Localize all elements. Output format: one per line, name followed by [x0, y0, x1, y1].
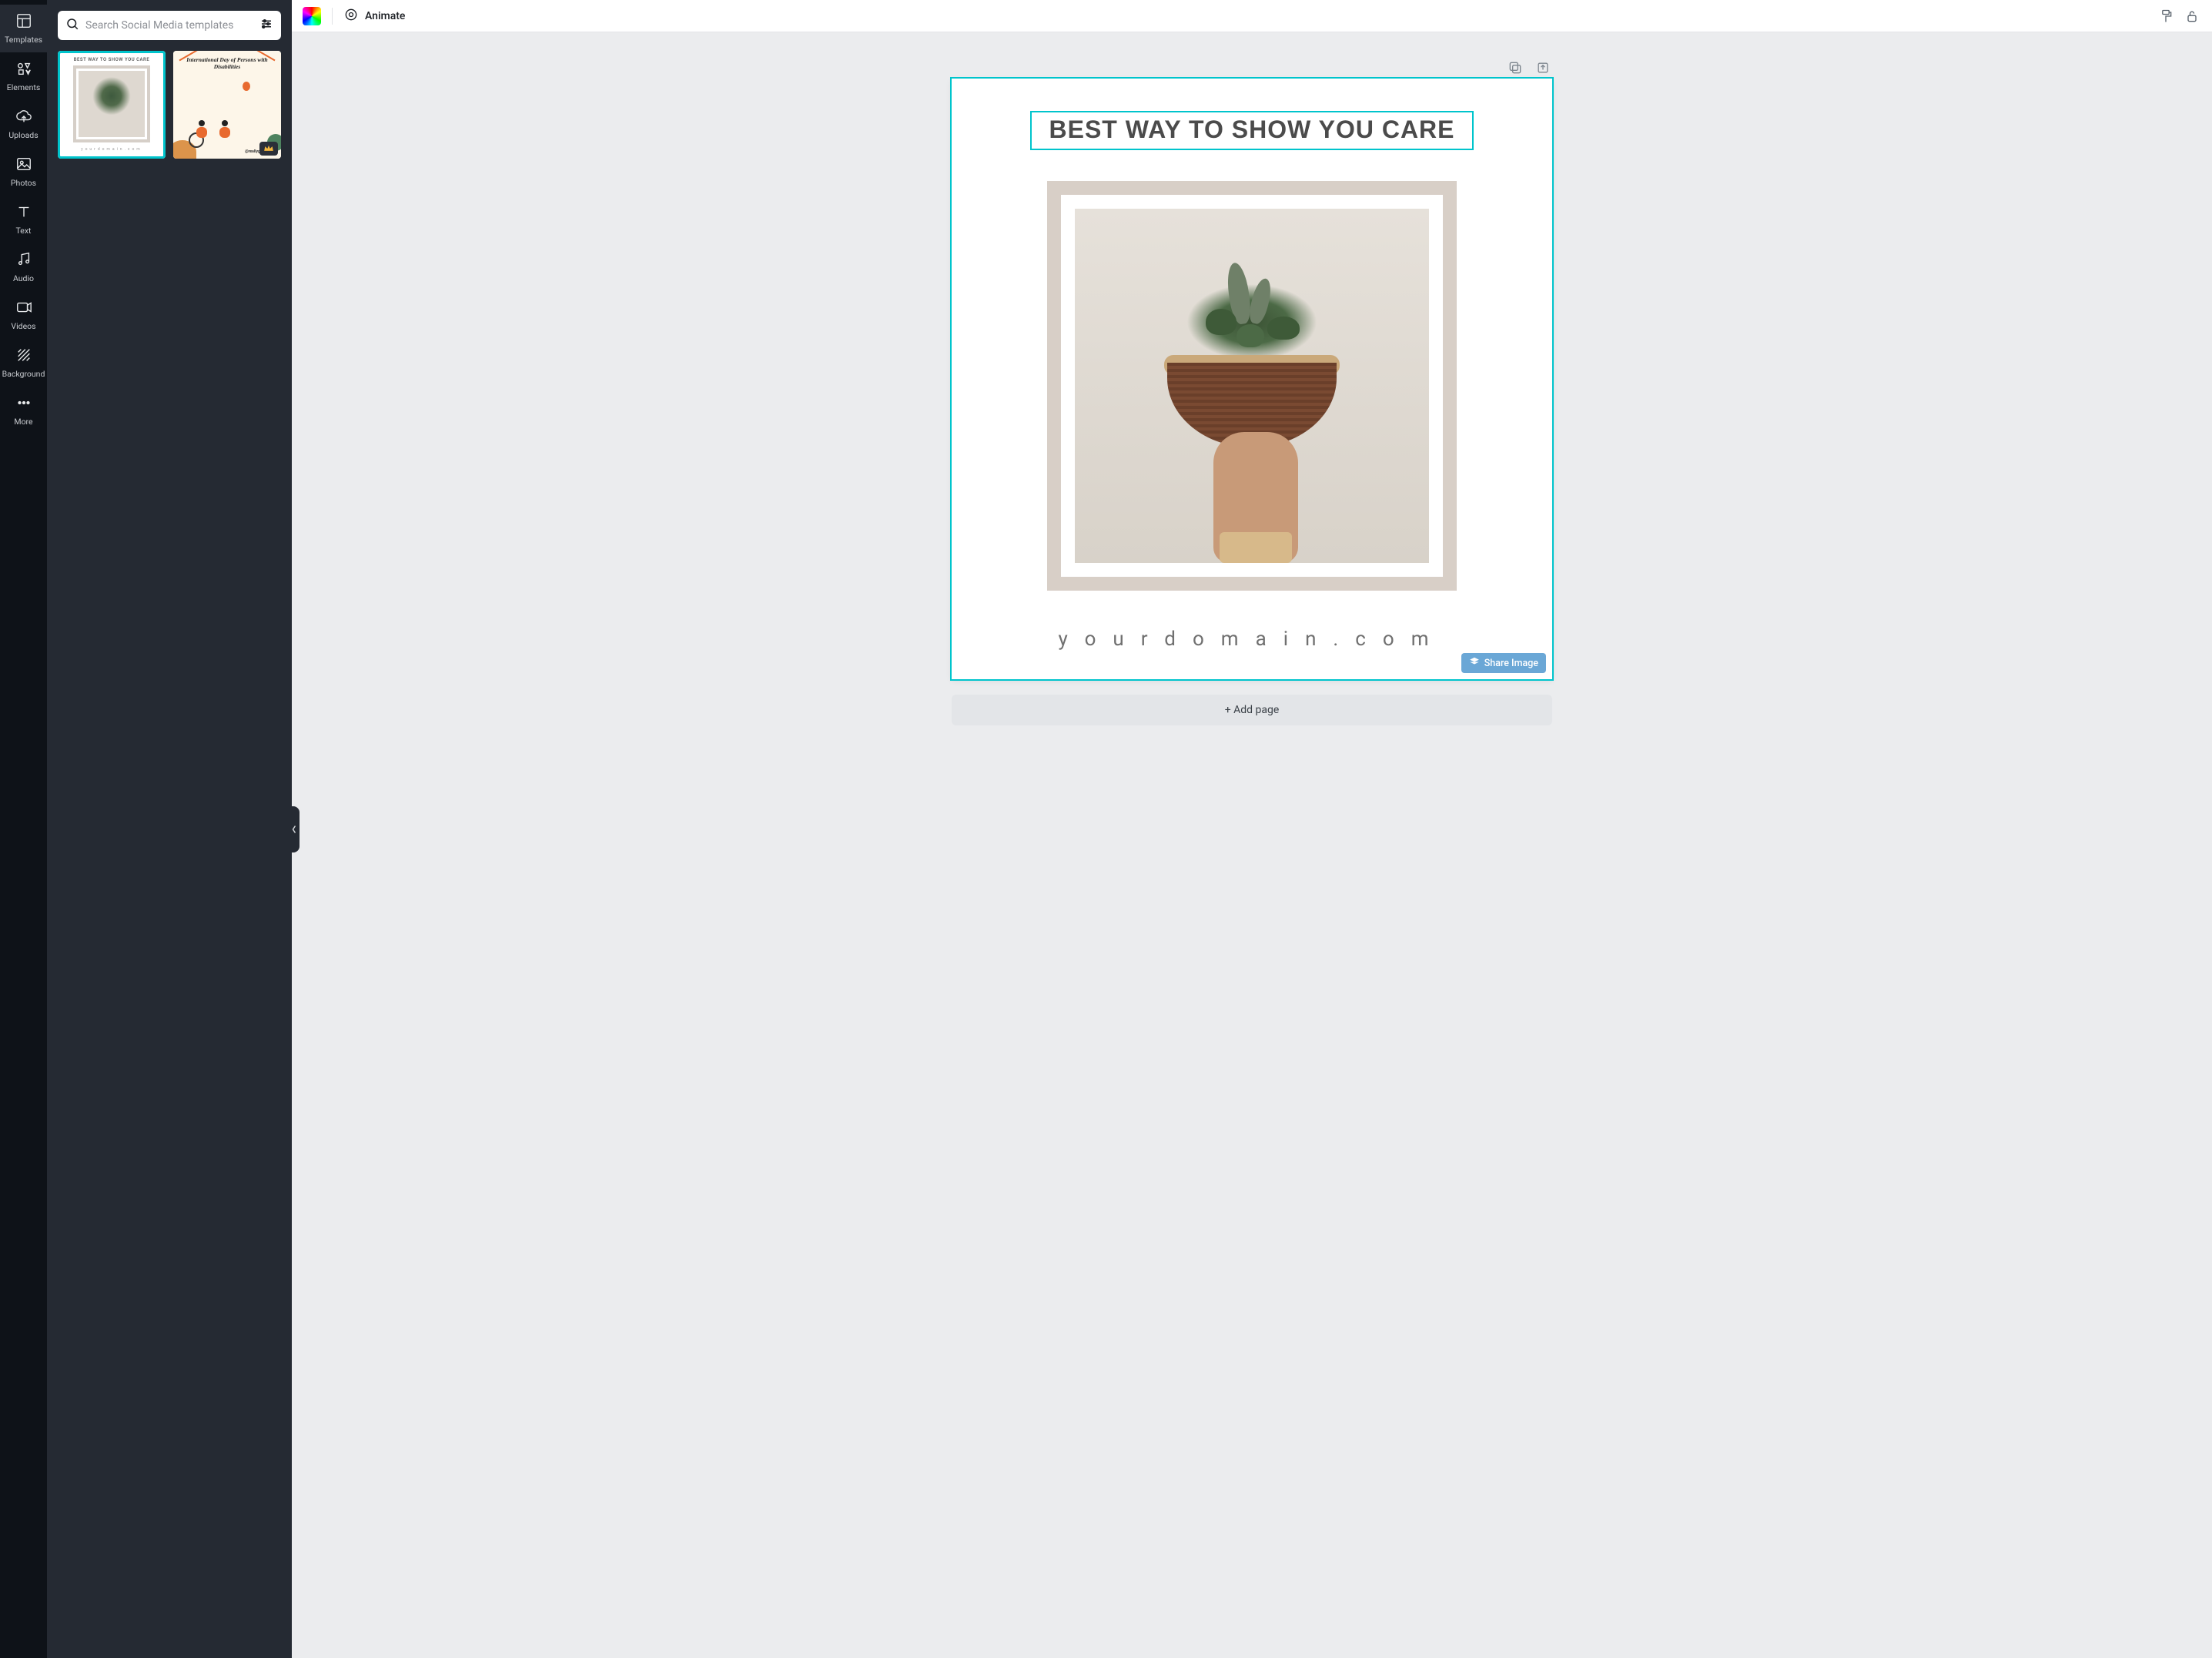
search-icon — [65, 17, 79, 34]
template-thumb-grid: BEST WAY TO SHOW YOU CARE yourdomain.com… — [58, 51, 281, 159]
share-label: Share Image — [1484, 658, 1538, 669]
nav-rail: Templates Elements Uploads Photos Text A… — [0, 0, 47, 1658]
nav-elements[interactable]: Elements — [0, 52, 47, 100]
nav-uploads[interactable]: Uploads — [0, 100, 47, 148]
share-image-button[interactable]: Share Image — [1461, 653, 1546, 673]
search-row — [58, 11, 281, 40]
photo-placeholder — [1075, 209, 1429, 563]
nav-label: More — [14, 417, 32, 427]
elements-icon — [15, 60, 32, 79]
thumb1-domain: yourdomain.com — [81, 147, 142, 152]
lock-icon[interactable] — [2183, 5, 2201, 27]
nav-background[interactable]: Background — [0, 339, 47, 387]
templates-panel: BEST WAY TO SHOW YOU CARE yourdomain.com… — [47, 0, 292, 1658]
nav-label: Elements — [7, 82, 41, 92]
color-swatch[interactable] — [303, 7, 321, 25]
text-icon — [15, 203, 32, 223]
nav-label: Photos — [11, 178, 36, 188]
nav-label: Uploads — [8, 130, 38, 140]
canvas-wrap[interactable]: BEST WAY TO SHOW YOU CARE yourdomain.com — [292, 32, 2212, 1658]
sliders-icon[interactable] — [259, 17, 273, 34]
photos-icon — [15, 156, 32, 175]
search-input[interactable] — [85, 19, 253, 32]
nav-label: Text — [16, 226, 32, 236]
format-painter-icon[interactable] — [2157, 5, 2175, 27]
export-page-icon[interactable] — [1535, 60, 1552, 77]
duplicate-page-icon[interactable] — [1508, 60, 1524, 77]
collapse-panel-handle[interactable] — [289, 806, 300, 852]
audio-icon — [15, 251, 32, 270]
design-page[interactable]: BEST WAY TO SHOW YOU CARE yourdomain.com — [952, 79, 1552, 679]
topbar: Animate — [292, 0, 2212, 32]
nav-label: Templates — [5, 35, 42, 45]
template-thumb-2[interactable]: International Day of Persons with Disabi… — [173, 51, 281, 159]
templates-icon — [15, 12, 32, 32]
nav-photos[interactable]: Photos — [0, 148, 47, 196]
domain-text[interactable]: yourdomain.com — [1058, 628, 1445, 651]
photo-frame-inner — [1061, 195, 1443, 577]
nav-videos[interactable]: Videos — [0, 291, 47, 339]
background-icon — [15, 347, 32, 366]
nav-label: Background — [2, 369, 45, 379]
animate-label: Animate — [365, 10, 405, 22]
add-page-label: + Add page — [1225, 704, 1280, 716]
thumb1-title: BEST WAY TO SHOW YOU CARE — [74, 57, 150, 62]
premium-crown-icon — [259, 142, 278, 156]
page-controls — [952, 60, 1552, 77]
heading-box[interactable]: BEST WAY TO SHOW YOU CARE — [1030, 111, 1473, 150]
main-area: Animate BEST WAY TO SHOW YOU CARE — [292, 0, 2212, 1658]
photo-frame[interactable] — [1047, 181, 1457, 591]
nav-label: Videos — [11, 321, 35, 331]
thumb1-preview: BEST WAY TO SHOW YOU CARE yourdomain.com — [58, 51, 166, 159]
thumb2-title: International Day of Persons with Disabi… — [173, 57, 281, 70]
add-page-button[interactable]: + Add page — [952, 695, 1552, 725]
nav-more[interactable]: More — [0, 387, 47, 434]
nav-audio[interactable]: Audio — [0, 243, 47, 291]
page-content: BEST WAY TO SHOW YOU CARE yourdomain.com — [952, 79, 1552, 679]
uploads-icon — [15, 108, 32, 127]
nav-templates[interactable]: Templates — [0, 5, 47, 52]
page-heading: BEST WAY TO SHOW YOU CARE — [1049, 116, 1454, 144]
divider — [332, 8, 333, 25]
template-thumb-1[interactable]: BEST WAY TO SHOW YOU CARE yourdomain.com — [58, 51, 166, 159]
layers-icon — [1469, 656, 1480, 670]
nav-text[interactable]: Text — [0, 196, 47, 243]
nav-label: Audio — [13, 273, 34, 283]
animate-button[interactable]: Animate — [343, 7, 405, 25]
animate-icon — [343, 7, 359, 25]
more-icon — [15, 394, 32, 414]
videos-icon — [15, 299, 32, 318]
